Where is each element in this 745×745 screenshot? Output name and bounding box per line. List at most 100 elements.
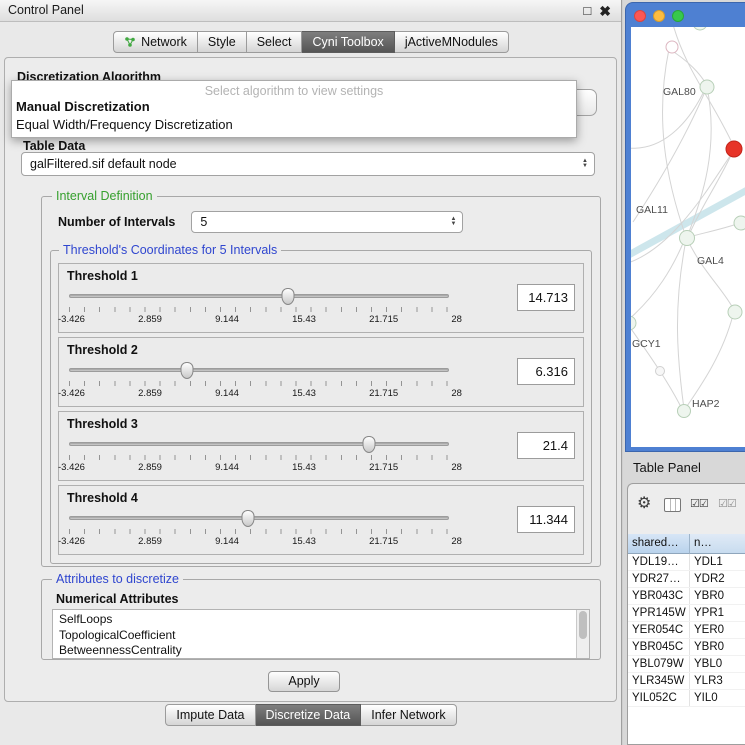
threshold-1-value-field[interactable]: 14.713 — [517, 284, 575, 311]
threshold-3-slider[interactable]: -3.426 2.859 9.144 15.43 21.715 28 — [69, 436, 449, 478]
node[interactable] — [666, 41, 678, 53]
mac-minimize-button[interactable] — [653, 10, 665, 22]
slider-track[interactable] — [69, 442, 449, 446]
slider-ticks — [69, 455, 449, 460]
apply-button[interactable]: Apply — [268, 671, 340, 692]
list-item-selfloops[interactable]: SelfLoops — [53, 610, 589, 628]
table-row[interactable]: YBR045CYBR0 — [628, 639, 745, 656]
list-item-betweennesscentrality[interactable]: BetweennessCentrality — [53, 643, 589, 659]
list-item-topologicalcoefficient[interactable]: TopologicalCoefficient — [53, 628, 589, 644]
select-all-icon[interactable]: ☑☑ — [690, 497, 708, 510]
threshold-4-value-field[interactable]: 11.344 — [517, 506, 575, 533]
tick-label: -3.426 — [58, 536, 85, 547]
cell-shared-name: YBR045C — [628, 639, 690, 655]
node[interactable] — [734, 216, 745, 230]
tab-style[interactable]: Style — [198, 31, 247, 53]
attributes-to-discretize-group: Attributes to discretize Numerical Attri… — [41, 572, 601, 660]
selected-node[interactable] — [726, 141, 742, 157]
slider-ticks — [69, 529, 449, 534]
table-row[interactable]: YDR27…YDR2 — [628, 571, 745, 588]
threshold-4-slider[interactable]: -3.426 2.859 9.144 15.43 21.715 28 — [69, 510, 449, 552]
gear-icon[interactable]: ⚙ — [637, 493, 651, 513]
select-none-icon[interactable]: ☑☑ — [718, 497, 736, 510]
mac-zoom-button[interactable] — [672, 10, 684, 22]
tab-discretize-data[interactable]: Discretize Data — [256, 704, 362, 726]
cell-shared-name: YBR043C — [628, 588, 690, 604]
network-canvas[interactable]: GAL80 GAL11 GAL4 GCY1 HAP2 — [631, 27, 745, 447]
threshold-3-value-field[interactable]: 21.4 — [517, 432, 575, 459]
tab-network[interactable]: Network — [113, 31, 198, 53]
node[interactable] — [700, 80, 714, 94]
threshold-2-slider[interactable]: -3.426 2.859 9.144 15.43 21.715 28 — [69, 362, 449, 404]
column-header-name[interactable]: n… — [690, 534, 745, 554]
dropdown-option-manual-discretization[interactable]: Manual Discretization — [16, 98, 576, 116]
node-label-hap2: HAP2 — [692, 398, 720, 410]
table-row[interactable]: YPR145WYPR1 — [628, 605, 745, 622]
slider-track[interactable] — [69, 294, 449, 298]
tab-jactivemodules[interactable]: jActiveMNodules — [395, 31, 509, 53]
scrollbar-thumb[interactable] — [579, 611, 587, 639]
table-panel-window: ⚙ ☑☑ ☑☑ shared… n… YDL19…YDL1 YDR27…YDR2… — [627, 483, 745, 745]
cell-name: YIL0 — [690, 690, 745, 706]
node[interactable] — [680, 231, 695, 246]
threshold-2-label: Threshold 2 — [67, 343, 138, 357]
table-row[interactable]: YIL052CYIL0 — [628, 690, 745, 707]
slider-thumb[interactable] — [282, 288, 295, 305]
tick-label: 9.144 — [215, 388, 239, 399]
tab-cyni-toolbox[interactable]: Cyni Toolbox — [302, 31, 394, 53]
table-row[interactable]: YBL079WYBL0 — [628, 656, 745, 673]
table-row[interactable]: YDL19…YDL1 — [628, 554, 745, 571]
tab-discretize-data-label: Discretize Data — [266, 705, 351, 726]
close-window-icon[interactable]: ✖ — [599, 0, 611, 22]
interval-definition-legend: Interval Definition — [52, 189, 157, 203]
node[interactable] — [678, 405, 691, 418]
tab-select[interactable]: Select — [247, 31, 303, 53]
tick-label: 28 — [451, 462, 462, 473]
node[interactable] — [631, 316, 636, 330]
tick-label: 28 — [451, 536, 462, 547]
node[interactable] — [693, 27, 707, 30]
slider-thumb[interactable] — [363, 436, 376, 453]
threshold-1-slider[interactable]: -3.426 2.859 9.144 15.43 21.715 28 — [69, 288, 449, 330]
thresholds-group: Threshold's Coordinates for 5 Intervals … — [50, 243, 592, 564]
column-header-shared-name[interactable]: shared… — [628, 534, 690, 554]
node-label-gal4: GAL4 — [697, 255, 724, 267]
window-title: Control Panel — [8, 0, 84, 21]
node[interactable] — [728, 305, 742, 319]
slider-thumb[interactable] — [241, 510, 254, 527]
numerical-attributes-list[interactable]: SelfLoops TopologicalCoefficient Between… — [52, 609, 590, 659]
slider-thumb[interactable] — [180, 362, 193, 379]
tick-label: 28 — [451, 388, 462, 399]
slider-track[interactable] — [69, 516, 449, 520]
table-data-combobox[interactable]: galFiltered.sif default node ▲▼ — [21, 152, 595, 176]
network-icon — [124, 36, 136, 48]
mac-window-controls — [634, 10, 684, 22]
slider-track[interactable] — [69, 368, 449, 372]
cell-shared-name: YER054C — [628, 622, 690, 638]
cell-shared-name: YLR345W — [628, 673, 690, 689]
node-label-gal11: GAL11 — [636, 204, 668, 216]
cell-name: YBR0 — [690, 588, 745, 604]
threshold-2-value-field[interactable]: 6.316 — [517, 358, 575, 385]
window-controls: □ ✖ — [583, 0, 611, 22]
table-row[interactable]: YLR345WYLR3 — [628, 673, 745, 690]
table-row[interactable]: YER054CYER0 — [628, 622, 745, 639]
cell-shared-name: YPR145W — [628, 605, 690, 621]
columns-icon[interactable] — [664, 498, 681, 512]
tab-infer-network[interactable]: Infer Network — [361, 704, 456, 726]
tab-impute-data[interactable]: Impute Data — [165, 704, 255, 726]
tick-label: -3.426 — [58, 314, 85, 325]
slider-tick-labels: -3.426 2.859 9.144 15.43 21.715 28 — [58, 314, 462, 325]
tick-label: -3.426 — [58, 388, 85, 399]
list-scrollbar[interactable] — [576, 610, 589, 658]
table-body: YDL19…YDL1 YDR27…YDR2 YBR043CYBR0 YPR145… — [628, 554, 745, 744]
node[interactable] — [656, 367, 665, 376]
table-row[interactable]: YBR043CYBR0 — [628, 588, 745, 605]
float-window-icon[interactable]: □ — [583, 0, 591, 22]
cell-name: YDL1 — [690, 554, 745, 570]
tick-label: 15.43 — [292, 314, 316, 325]
dropdown-option-equal-width[interactable]: Equal Width/Frequency Discretization — [16, 116, 576, 134]
tab-style-label: Style — [208, 32, 236, 53]
number-of-intervals-combobox[interactable]: 5 ▲▼ — [191, 211, 463, 233]
mac-close-button[interactable] — [634, 10, 646, 22]
